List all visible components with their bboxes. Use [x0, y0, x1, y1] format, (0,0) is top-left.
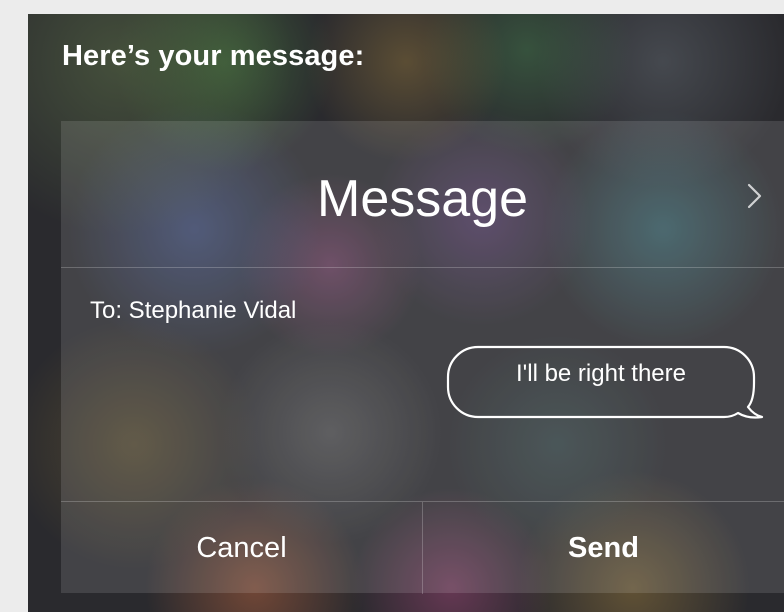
message-card: Message To: Stephanie Vidal I'll be righ…	[61, 121, 784, 594]
message-card-header[interactable]: Message	[61, 121, 784, 268]
cancel-button[interactable]: Cancel	[61, 502, 423, 594]
send-button[interactable]: Send	[423, 502, 784, 594]
siri-prompt-title: Here’s your message:	[62, 40, 365, 72]
message-body: I'll be right there	[515, 360, 686, 387]
chevron-right-icon[interactable]	[745, 181, 765, 211]
recipient-label: To: Stephanie Vidal	[90, 297, 297, 324]
message-app-title: Message	[317, 170, 528, 228]
action-bar: Cancel Send	[61, 501, 784, 594]
message-bubble: I'll be right there	[446, 345, 764, 425]
siri-screen: Here’s your message: Message To: Stephan…	[28, 14, 784, 612]
